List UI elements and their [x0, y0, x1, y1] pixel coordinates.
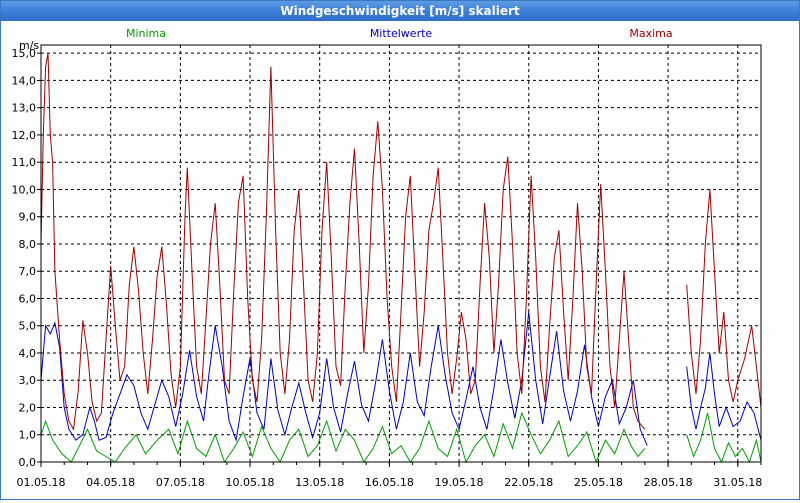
grid [41, 45, 761, 463]
y-tick-label: 1,0 [19, 429, 37, 442]
wind-speed-chart: 0,0 1,0 2,0 3,0 4,0 5,0 6,0 7,0 8,0 9,0 10,0 11,0 12… [12, 27, 763, 489]
x-tick-label: 25.05.18 [574, 476, 623, 489]
legend-minima: Minima [126, 27, 166, 40]
axes: 0,0 1,0 2,0 3,0 4,0 5,0 6,0 7,0 8,0 9,0 10,0 11,0 12… [12, 39, 763, 489]
series-lines [40, 53, 762, 464]
x-tick-label: 07.05.18 [156, 476, 205, 489]
y-tick-label: 4,0 [19, 347, 37, 360]
x-tick-label: 04.05.18 [86, 476, 135, 489]
x-tick-label: 22.05.18 [504, 476, 553, 489]
y-tick-label: 13,0 [12, 102, 37, 115]
y-tick-label: 5,0 [19, 320, 37, 333]
y-tick-label: 11,0 [12, 156, 37, 169]
x-tick-label: 19.05.18 [435, 476, 484, 489]
y-tick-label: 12,0 [12, 129, 37, 142]
y-tick-label: 10,0 [12, 183, 37, 196]
chart-window: Windgeschwindigkeit [m/s] skaliert 0,0 1,… [0, 0, 800, 500]
series-maxima-line [40, 53, 646, 431]
y-tick-label: 14,0 [12, 74, 37, 87]
x-tick-label: 01.05.18 [17, 476, 66, 489]
y-tick-label: 6,0 [19, 292, 37, 305]
window-title: Windgeschwindigkeit [m/s] skaliert [1, 1, 799, 21]
y-tick-label: 0,0 [19, 456, 37, 469]
x-tick-label: 13.05.18 [295, 476, 344, 489]
y-tick-label: 7,0 [19, 265, 37, 278]
y-tick-label: 2,0 [19, 401, 37, 414]
x-tick-label: 16.05.18 [365, 476, 414, 489]
y-axis-unit: m/s [19, 39, 39, 52]
y-tick-label: 8,0 [19, 238, 37, 251]
x-tick-label: 10.05.18 [226, 476, 275, 489]
series-mittelwerte-line-end [686, 352, 762, 441]
legend: Minima Mittelwerte Maxima [126, 27, 673, 40]
legend-mittelwerte: Mittelwerte [370, 27, 433, 40]
chart-area: 0,0 1,0 2,0 3,0 4,0 5,0 6,0 7,0 8,0 9,0 10,0 11,0 12… [1, 22, 799, 499]
y-tick-label: 9,0 [19, 211, 37, 224]
x-tick-label: 28.05.18 [644, 476, 693, 489]
y-tick-label: 3,0 [19, 374, 37, 387]
x-tick-label: 31.05.18 [713, 476, 762, 489]
legend-maxima: Maxima [629, 27, 672, 40]
